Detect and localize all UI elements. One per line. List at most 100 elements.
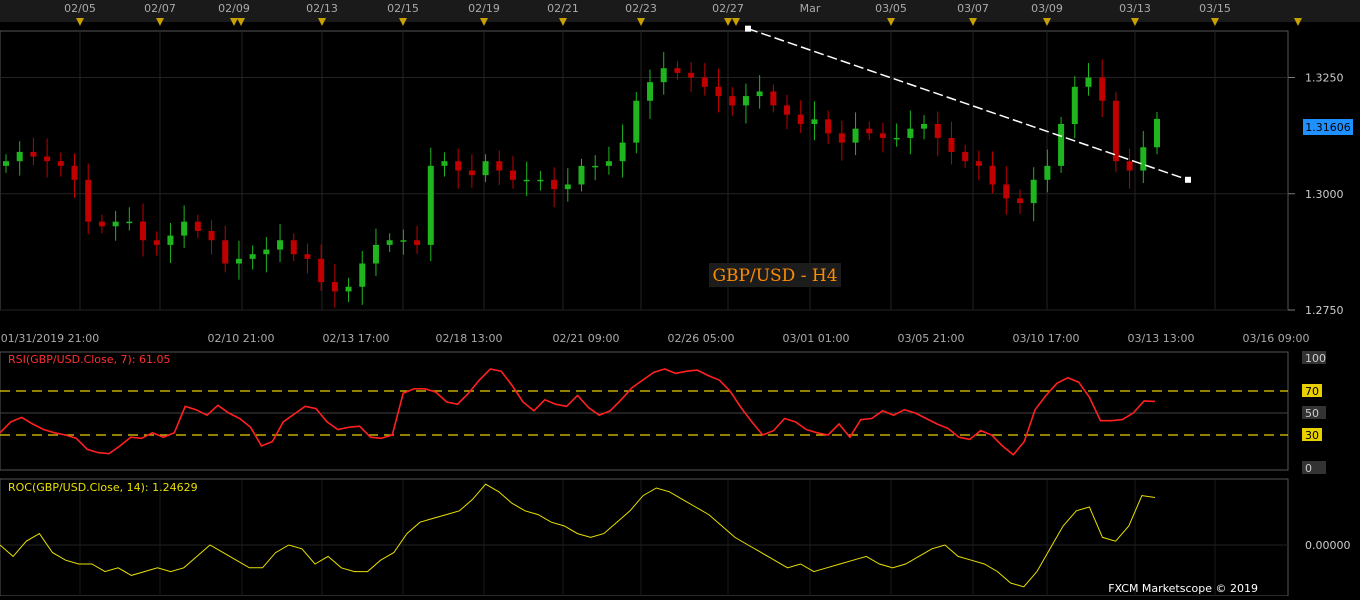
- trendline-handle[interactable]: [745, 25, 751, 32]
- rsi-level-label: 50: [1305, 407, 1319, 420]
- candle-body: [797, 114, 804, 124]
- candle-body: [345, 286, 352, 292]
- top-date-label: 03/15: [1199, 2, 1231, 15]
- trendline-handle[interactable]: [1185, 176, 1191, 183]
- candle-body: [879, 133, 886, 138]
- candle-body: [44, 156, 51, 162]
- candle-body: [112, 221, 119, 227]
- top-date-label: 03/13: [1119, 2, 1151, 15]
- top-date-label: 02/13: [306, 2, 338, 15]
- candle-body: [386, 240, 393, 245]
- chart-canvas[interactable]: 02/05 02/07 02/09 02/13 02/15 02/19 02/21 02/23…: [0, 0, 1360, 597]
- roc-zero-label: 0.00000: [1305, 539, 1351, 552]
- chart-title-badge: GBP/USD - H4: [709, 263, 841, 287]
- top-date-label: 03/05: [875, 2, 907, 15]
- candle-body: [948, 137, 955, 152]
- time-label: 02/26 05:00: [668, 332, 735, 345]
- candle-body: [400, 240, 407, 242]
- candle-body: [318, 258, 325, 283]
- current-price-badge: 1.31606: [1303, 119, 1353, 135]
- candle-body: [441, 161, 448, 166]
- copyright: FXCM Marketscope © 2019: [1108, 582, 1258, 595]
- candle-body: [701, 77, 708, 87]
- candle-body: [30, 151, 37, 157]
- time-label: 01/31/2019 21:00: [1, 332, 100, 345]
- candle-body: [414, 240, 421, 245]
- candle-body: [167, 235, 174, 245]
- candle-body: [496, 161, 503, 171]
- time-label: 03/05 21:00: [898, 332, 965, 345]
- time-label: 02/18 13:00: [436, 332, 503, 345]
- candle-body: [1154, 118, 1160, 148]
- candle-body: [825, 119, 832, 134]
- candle-body: [838, 133, 845, 143]
- rsi-label: RSI(GBP/USD.Close, 7): 61.05: [8, 353, 171, 366]
- rsi-level-label: 70: [1305, 385, 1319, 398]
- candle-body: [290, 240, 297, 255]
- candle-body: [975, 161, 982, 166]
- roc-panel[interactable]: ROC(GBP/USD.Close, 14): 1.24629 0.00000: [0, 478, 1351, 597]
- candle-body: [578, 165, 585, 185]
- candle-body: [537, 179, 544, 182]
- time-label: 02/21 09:00: [553, 332, 620, 345]
- candle-body: [962, 151, 969, 162]
- candle-body: [509, 170, 516, 180]
- candle-body: [222, 240, 229, 264]
- candle-body: [1071, 86, 1078, 124]
- candle-body: [181, 221, 188, 236]
- top-date-label: 02/07: [144, 2, 176, 15]
- candle-body: [455, 161, 462, 171]
- candle-body: [1140, 147, 1147, 171]
- candle-body: [989, 165, 996, 185]
- candle-body: [57, 161, 64, 166]
- candle-body: [126, 221, 133, 224]
- candle-body: [71, 165, 78, 180]
- current-price-label: 1.31606: [1305, 121, 1351, 134]
- time-label: 02/13 17:00: [323, 332, 390, 345]
- candle-body: [756, 91, 763, 97]
- rsi-level-label: 0: [1305, 462, 1312, 475]
- candle-body: [770, 91, 777, 106]
- candle-body: [208, 230, 215, 241]
- top-date-label: 03/07: [957, 2, 989, 15]
- candle-body: [934, 124, 941, 138]
- candle-body: [372, 244, 379, 264]
- time-label: 03/10 17:00: [1013, 332, 1080, 345]
- candle-body: [277, 240, 284, 250]
- price-tick-label: 1.2750: [1305, 304, 1344, 317]
- time-label: 03/01 01:00: [783, 332, 850, 345]
- candle-body: [551, 179, 558, 190]
- time-label: 03/16 09:00: [1243, 332, 1310, 345]
- candle-body: [742, 96, 749, 106]
- candle-body: [1016, 198, 1023, 204]
- candle-body: [784, 105, 791, 115]
- rsi-panel[interactable]: RSI(GBP/USD.Close, 7): 61.05 100 70 50 30 0: [0, 351, 1326, 475]
- candle-body: [1058, 124, 1065, 166]
- candle-body: [468, 170, 475, 176]
- candle-body: [98, 221, 105, 227]
- candle-body: [16, 151, 23, 162]
- candle-body: [811, 119, 818, 124]
- top-date-label: 02/09: [218, 2, 250, 15]
- candle-body: [235, 258, 242, 264]
- candle-body: [1085, 77, 1092, 87]
- candle-body: [1030, 179, 1037, 204]
- top-date-label: 02/23: [625, 2, 657, 15]
- candle-body: [427, 165, 434, 245]
- candle-body: [619, 142, 626, 162]
- candle-body: [605, 161, 612, 166]
- candle-body: [523, 179, 530, 182]
- time-label: 03/13 13:00: [1128, 332, 1195, 345]
- candle-body: [140, 221, 147, 241]
- candle-body: [674, 68, 681, 73]
- candle-body: [249, 254, 256, 259]
- rsi-level-label: 30: [1305, 429, 1319, 442]
- candle-body: [592, 165, 599, 168]
- candle-body: [893, 137, 900, 140]
- top-date-label: Mar: [800, 2, 821, 15]
- price-panel[interactable]: GBP/USD - H4: [0, 25, 1289, 311]
- candle-body: [304, 254, 311, 259]
- top-date-label: 02/05: [64, 2, 96, 15]
- candle-body: [866, 128, 873, 134]
- time-label: 02/10 21:00: [208, 332, 275, 345]
